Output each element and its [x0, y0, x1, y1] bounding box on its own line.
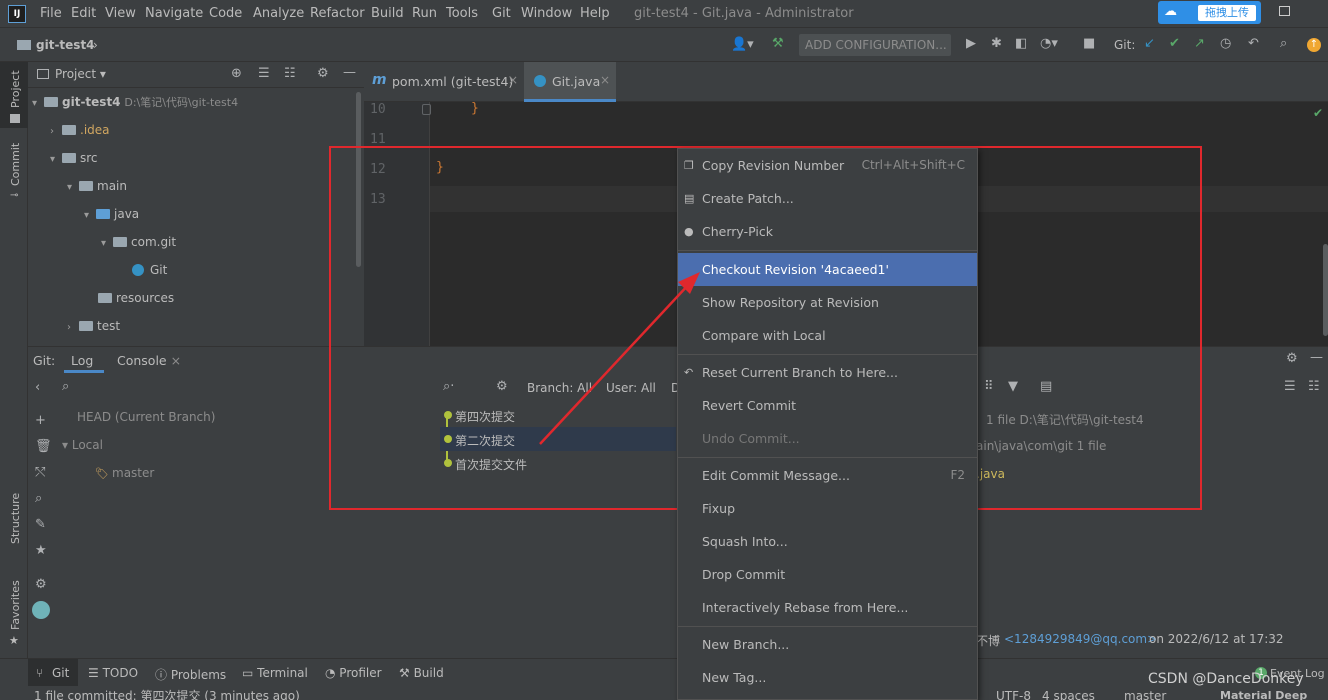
watermark: CSDN @DanceDonkey	[1148, 671, 1304, 687]
annotation-arrow	[539, 272, 700, 445]
